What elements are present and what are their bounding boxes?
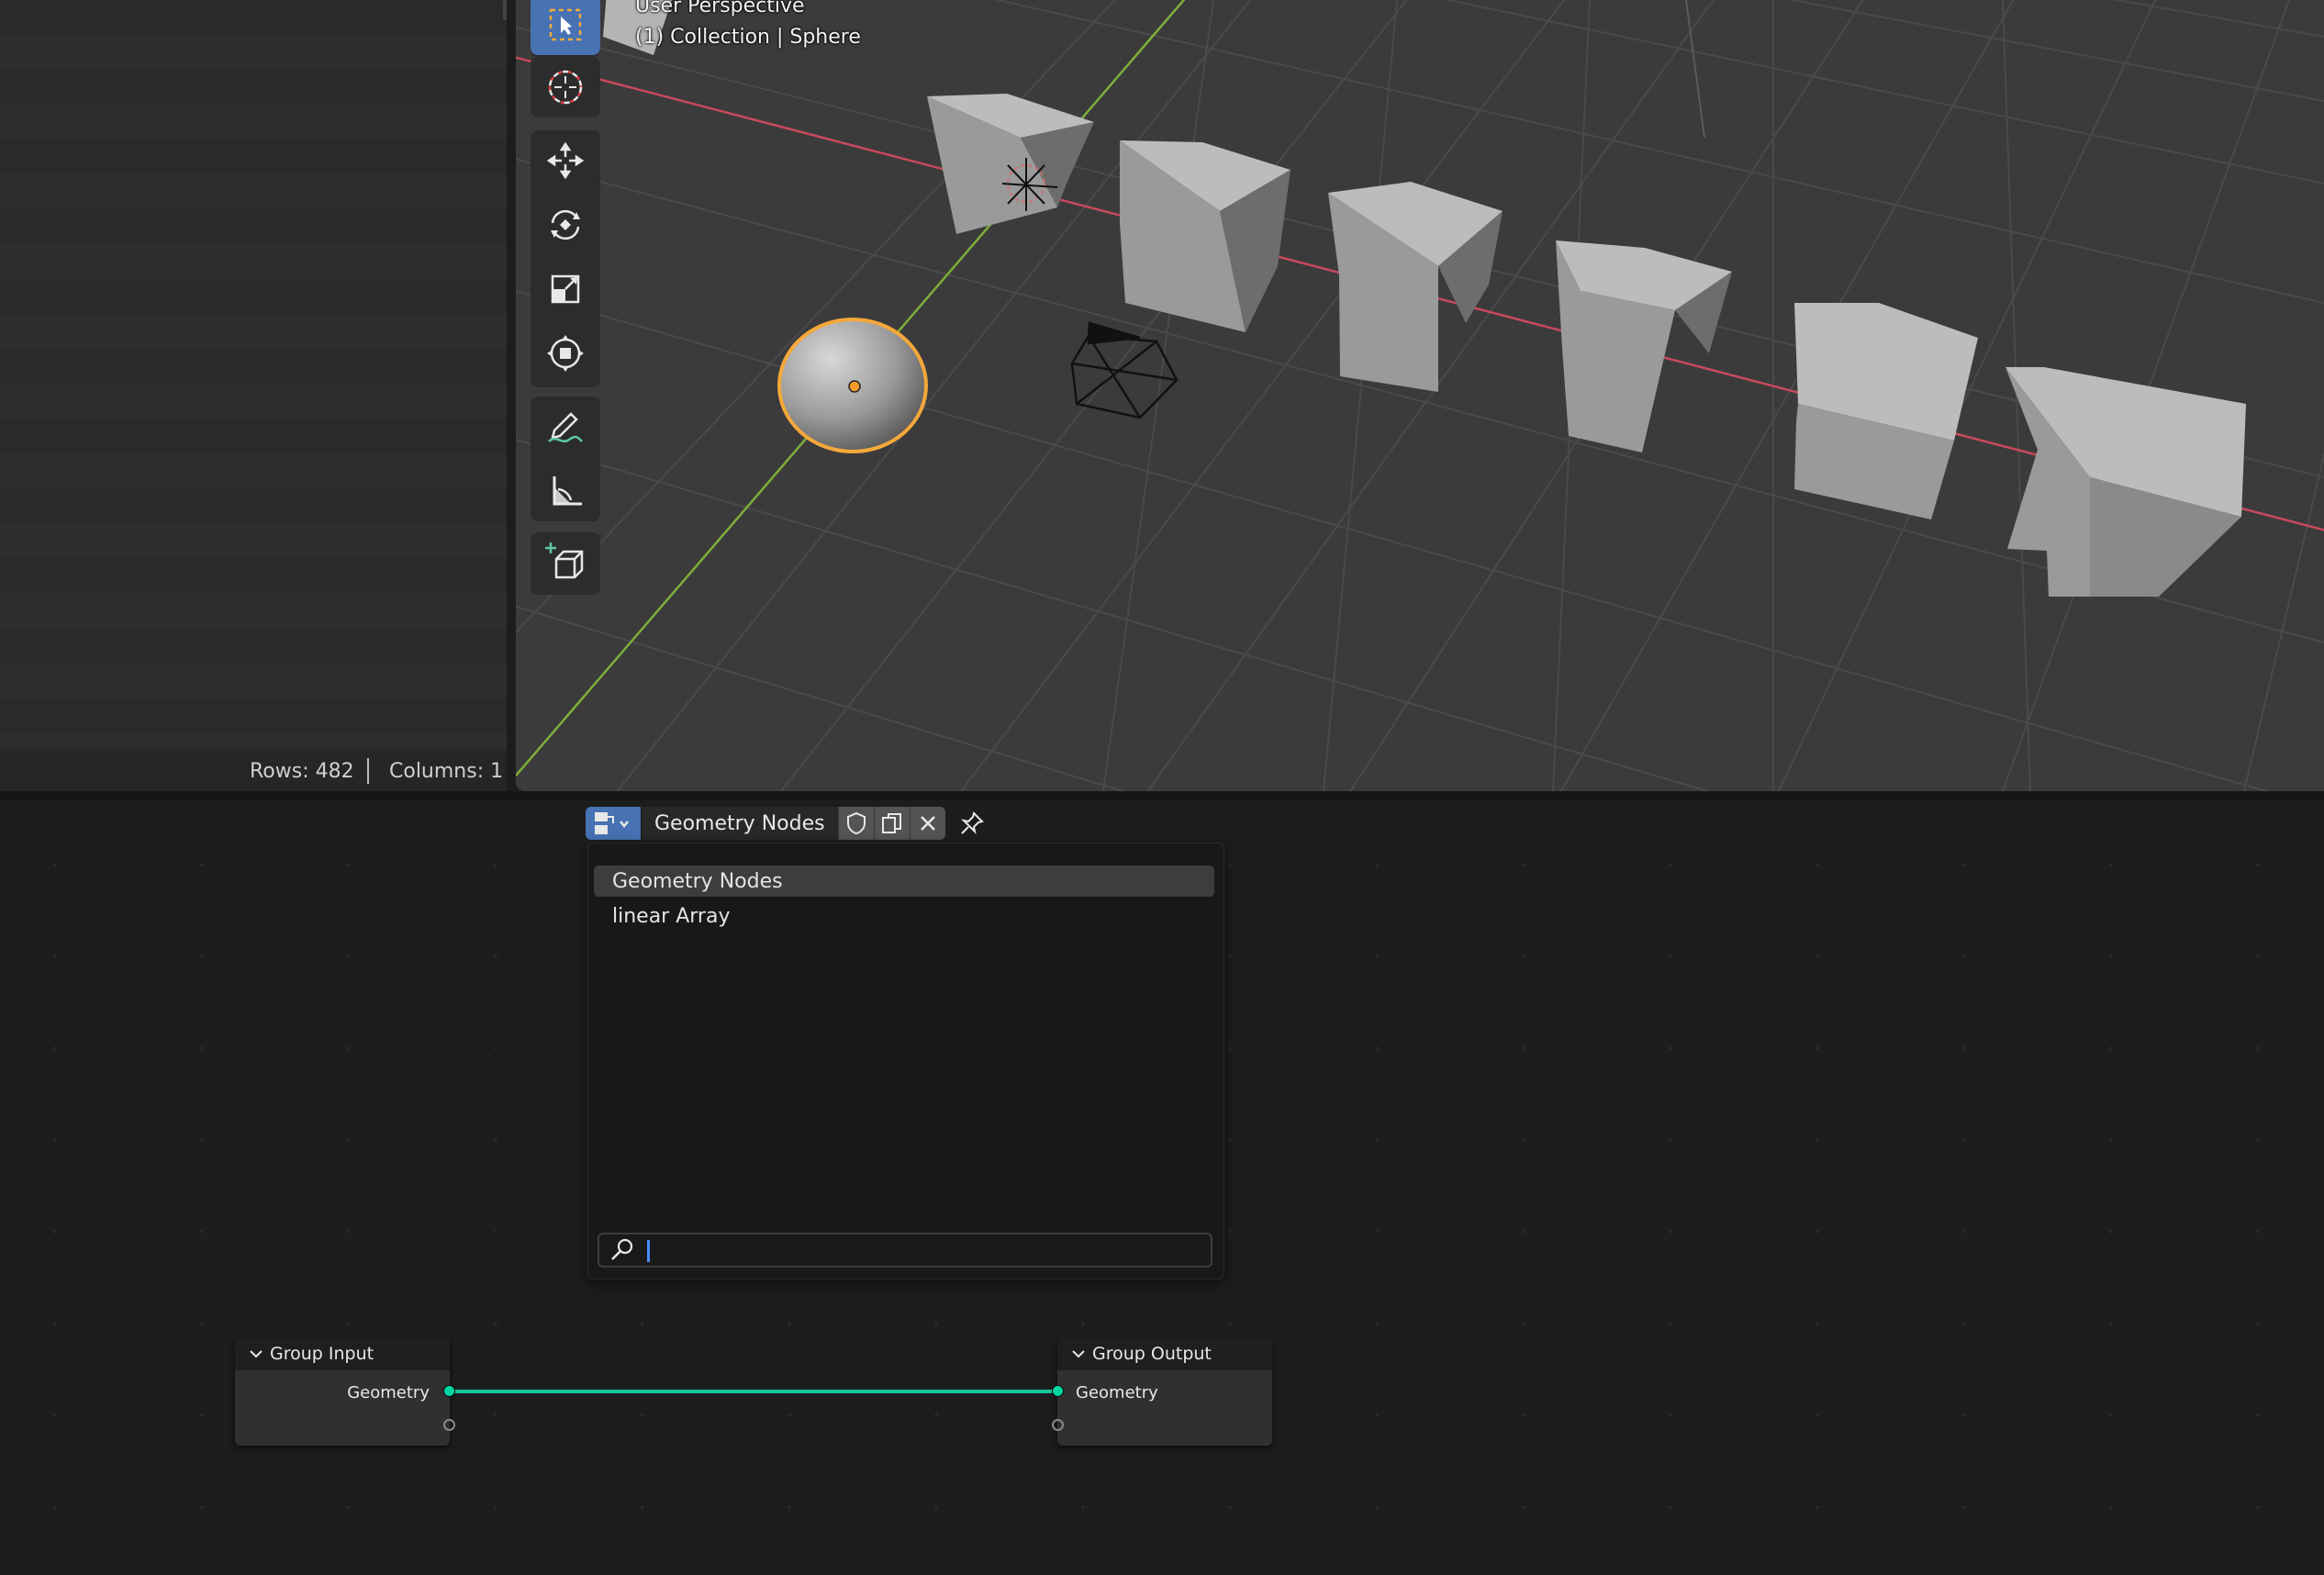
viewport-scene <box>516 0 2324 791</box>
add-cube-icon <box>545 542 584 579</box>
area-divider[interactable] <box>0 791 2324 800</box>
group-input-geometry-socket[interactable] <box>443 1385 455 1397</box>
group-output-socket-label: Geometry <box>1076 1383 1158 1402</box>
node-group-selector: Geometry Nodes <box>586 806 989 841</box>
annotate-tool[interactable] <box>531 397 600 457</box>
add-cube-tool[interactable] <box>531 532 600 593</box>
pin-icon <box>960 811 984 835</box>
select-box-tool[interactable] <box>531 0 600 55</box>
sphere-object <box>777 318 928 453</box>
dropdown-search-input[interactable] <box>598 1233 1212 1268</box>
rotate-tool[interactable] <box>531 195 600 255</box>
fake-user-button[interactable] <box>837 807 874 840</box>
footer-separator <box>367 758 369 784</box>
spreadsheet-panel: Rows: 482 Columns: 1 <box>0 0 507 791</box>
columns-count: Columns: 1 <box>389 760 504 783</box>
search-icon <box>611 1238 633 1260</box>
shield-icon <box>846 811 866 835</box>
rotate-icon <box>551 209 580 240</box>
dropdown-item-geometry-nodes[interactable]: Geometry Nodes <box>594 866 1214 897</box>
cursor-icon <box>548 70 583 105</box>
node-group-dropdown: Geometry Nodes linear Array <box>587 843 1224 1279</box>
group-output-title: Group Output <box>1092 1344 1212 1364</box>
scale-tool[interactable] <box>531 259 600 319</box>
view-perspective-label: User Perspective <box>635 0 805 17</box>
group-input-empty-socket[interactable] <box>443 1419 455 1431</box>
cursor-tool[interactable] <box>531 57 600 117</box>
group-input-title: Group Input <box>270 1344 374 1364</box>
group-output-header[interactable]: Group Output <box>1057 1337 1272 1370</box>
node-tree-icon <box>595 812 629 834</box>
group-input-node[interactable]: Group Input Geometry <box>235 1337 455 1446</box>
group-output-geometry-socket[interactable] <box>1052 1385 1064 1397</box>
text-cursor <box>647 1240 650 1262</box>
rows-count: Rows: 482 <box>250 760 354 783</box>
transform-tool[interactable] <box>531 323 600 384</box>
spreadsheet-rows <box>0 0 507 748</box>
measure-icon <box>553 476 582 506</box>
group-input-header[interactable]: Group Input <box>235 1337 450 1370</box>
group-output-node[interactable]: Group Output Geometry <box>1052 1337 1272 1446</box>
chevron-down-icon[interactable] <box>1072 1349 1085 1358</box>
duplicate-icon <box>881 813 901 833</box>
browse-node-tree-button[interactable] <box>586 807 641 840</box>
annotate-icon <box>548 412 583 442</box>
measure-tool[interactable] <box>531 461 600 521</box>
move-tool[interactable] <box>531 130 600 191</box>
select-box-icon <box>549 8 582 41</box>
3d-viewport[interactable]: User Perspective (1) Collection | Sphere <box>516 0 2324 791</box>
duplicate-button[interactable] <box>873 807 910 840</box>
geometry-link[interactable] <box>450 1390 1057 1393</box>
cube-array <box>603 0 2246 597</box>
scale-icon <box>551 274 580 304</box>
group-input-socket-label: Geometry <box>347 1383 430 1402</box>
move-icon <box>546 141 585 180</box>
node-group-name-field[interactable]: Geometry Nodes <box>641 807 838 840</box>
transform-icon <box>547 335 584 372</box>
dropdown-item-linear-array[interactable]: linear Array <box>594 900 1214 932</box>
chevron-down-icon[interactable] <box>250 1349 263 1358</box>
spreadsheet-scrollbar[interactable] <box>503 0 507 20</box>
group-output-empty-socket[interactable] <box>1052 1419 1064 1431</box>
pin-button[interactable] <box>955 807 989 840</box>
close-icon <box>920 816 935 831</box>
view-collection-label: (1) Collection | Sphere <box>635 26 861 49</box>
unlink-button[interactable] <box>909 807 945 840</box>
spreadsheet-footer: Rows: 482 Columns: 1 <box>0 751 507 791</box>
